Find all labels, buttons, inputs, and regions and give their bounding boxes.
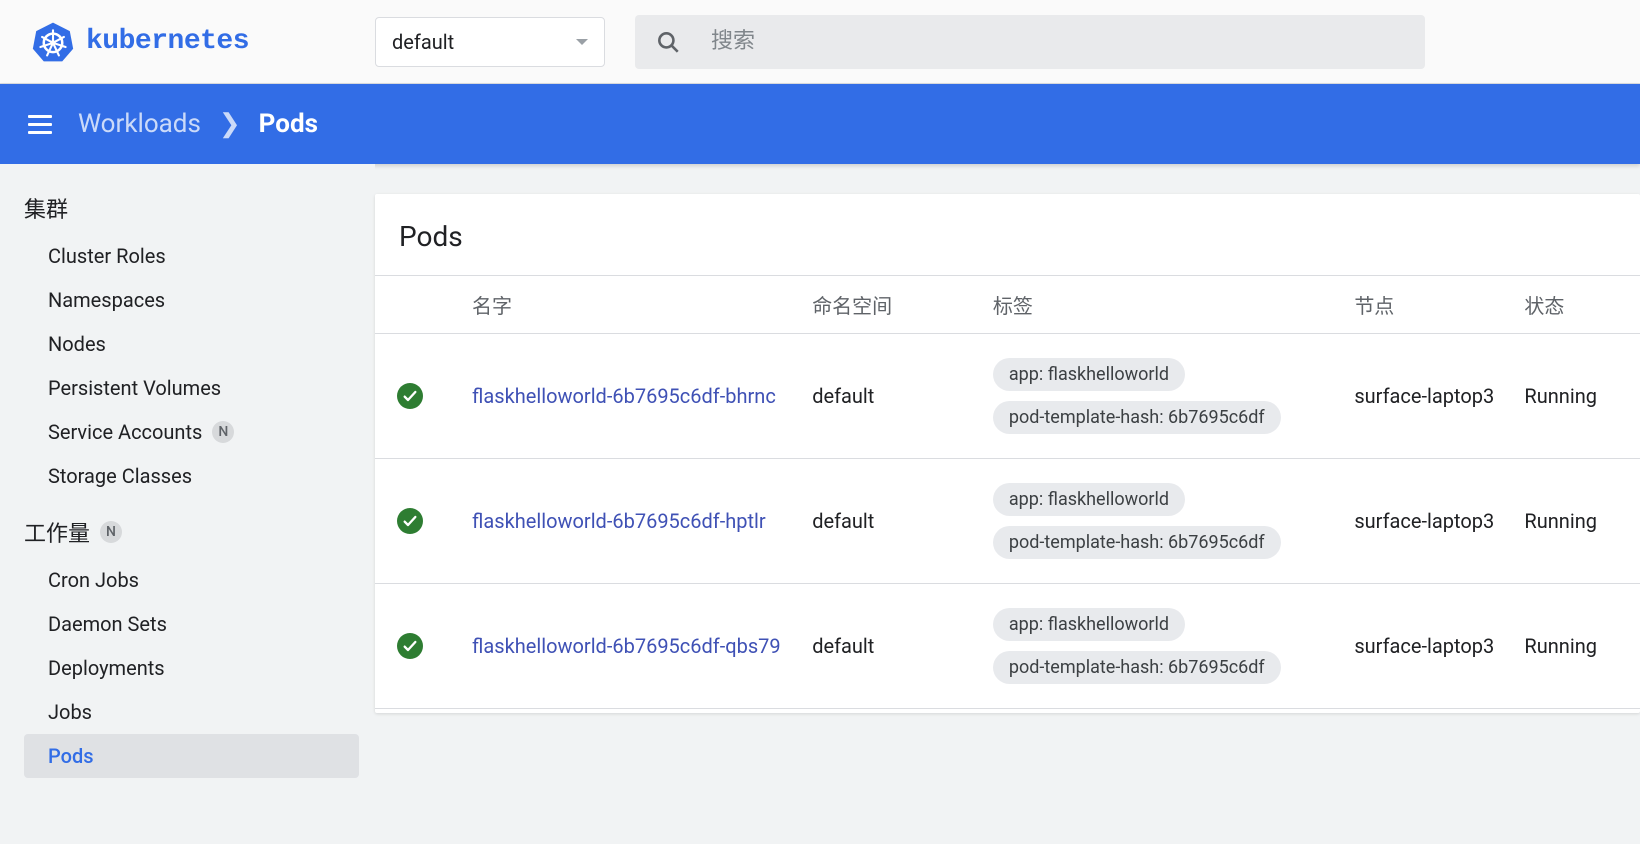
breadcrumb-current: Pods: [259, 109, 318, 139]
pod-namespace: default: [800, 459, 981, 584]
status-ok-icon: [397, 383, 423, 409]
sidebar-item[interactable]: Namespaces: [24, 278, 359, 322]
pods-table: 名字 命名空间 标签 节点 状态 flaskhelloworld-6b7695c…: [375, 275, 1640, 709]
sidebar-item[interactable]: Persistent Volumes: [24, 366, 359, 410]
side-nav: 集群 Cluster Roles Namespaces Nodes Persistent…: [0, 164, 375, 844]
pods-table-header-row: 名字 命名空间 标签 节点 状态: [375, 276, 1640, 334]
nav-section-title: 工作量: [24, 516, 90, 548]
table-row: flaskhelloworld-6b7695c6df-hptlr default a…: [375, 459, 1640, 584]
namespace-select[interactable]: default: [375, 17, 605, 67]
pod-node: surface-laptop3: [1342, 334, 1512, 459]
main-panel: Pods 名字 命名空间 标签 节点 状态 flaskhelloworld-6b…: [375, 164, 1640, 844]
column-header-labels[interactable]: 标签: [981, 276, 1342, 334]
search-box[interactable]: [635, 15, 1425, 69]
table-row: flaskhelloworld-6b7695c6df-bhrnc default a…: [375, 334, 1640, 459]
pod-namespace: default: [800, 584, 981, 709]
namespace-select-value: default: [392, 30, 454, 54]
top-header: kubernetes default: [0, 0, 1640, 84]
content-area: 集群 Cluster Roles Namespaces Nodes Persistent…: [0, 164, 1640, 844]
breadcrumb-parent[interactable]: Workloads: [78, 109, 201, 139]
column-header-status: [375, 276, 460, 334]
sidebar-item-label: Namespaces: [48, 288, 165, 312]
logo[interactable]: kubernetes: [8, 21, 375, 63]
sidebar-item-label: Cluster Roles: [48, 244, 166, 268]
label-chip: app: flaskhelloworld: [993, 358, 1185, 391]
pod-namespace: default: [800, 334, 981, 459]
sidebar-item[interactable]: Pods: [24, 734, 359, 778]
sidebar-item-label: Daemon Sets: [48, 612, 167, 636]
status-ok-icon: [397, 633, 423, 659]
nav-section-header[interactable]: 工作量 N: [24, 506, 359, 558]
label-chip: pod-template-hash: 6b7695c6df: [993, 401, 1281, 434]
table-row: flaskhelloworld-6b7695c6df-qbs79 default a…: [375, 584, 1640, 709]
pod-state: Running: [1512, 584, 1640, 709]
pod-node: surface-laptop3: [1342, 584, 1512, 709]
sidebar-item-label: Cron Jobs: [48, 568, 139, 592]
label-chip: pod-template-hash: 6b7695c6df: [993, 526, 1281, 559]
chevron-down-icon: [576, 39, 588, 45]
sidebar-item[interactable]: Storage Classes: [24, 454, 359, 498]
nav-section-title: 集群: [24, 192, 68, 224]
column-header-node[interactable]: 节点: [1342, 276, 1512, 334]
pod-state: Running: [1512, 334, 1640, 459]
sidebar-item-label: Persistent Volumes: [48, 376, 221, 400]
pod-name-link[interactable]: flaskhelloworld-6b7695c6df-hptlr: [472, 509, 766, 533]
sidebar-item-label: Storage Classes: [48, 464, 192, 488]
column-header-namespace[interactable]: 命名空间: [800, 276, 981, 334]
search-input[interactable]: [709, 28, 1405, 55]
breadcrumb-bar: Workloads ❯ Pods: [0, 84, 1640, 164]
pods-card-title: Pods: [375, 194, 1640, 275]
menu-icon[interactable]: [28, 115, 52, 134]
logo-text: kubernetes: [86, 26, 249, 57]
sidebar-item[interactable]: Cluster Roles: [24, 234, 359, 278]
label-chip: pod-template-hash: 6b7695c6df: [993, 651, 1281, 684]
pod-state: Running: [1512, 459, 1640, 584]
pods-card: Pods 名字 命名空间 标签 节点 状态 flaskhelloworld-6b…: [375, 194, 1640, 713]
sidebar-item-label: Deployments: [48, 656, 165, 680]
sidebar-item-label: Nodes: [48, 332, 106, 356]
sidebar-item[interactable]: Nodes: [24, 322, 359, 366]
search-icon: [655, 29, 681, 55]
sidebar-item[interactable]: Deployments: [24, 646, 359, 690]
sidebar-item[interactable]: Jobs: [24, 690, 359, 734]
sidebar-item[interactable]: Service Accounts N: [24, 410, 359, 454]
sidebar-item-label: Service Accounts: [48, 420, 202, 444]
status-ok-icon: [397, 508, 423, 534]
sidebar-item-label: Pods: [48, 744, 94, 768]
pod-node: surface-laptop3: [1342, 459, 1512, 584]
sidebar-item-badge: N: [212, 421, 234, 443]
sidebar-item[interactable]: Daemon Sets: [24, 602, 359, 646]
pod-name-link[interactable]: flaskhelloworld-6b7695c6df-qbs79: [472, 634, 781, 658]
column-header-name[interactable]: 名字: [460, 276, 800, 334]
chevron-right-icon: ❯: [219, 109, 241, 139]
column-header-state[interactable]: 状态: [1512, 276, 1640, 334]
pod-name-link[interactable]: flaskhelloworld-6b7695c6df-bhrnc: [472, 384, 776, 408]
label-chip: app: flaskhelloworld: [993, 608, 1185, 641]
label-chip: app: flaskhelloworld: [993, 483, 1185, 516]
sidebar-item-label: Jobs: [48, 700, 92, 724]
nav-section-badge: N: [100, 521, 122, 543]
nav-section-header[interactable]: 集群: [24, 182, 359, 234]
kubernetes-logo-icon: [32, 21, 74, 63]
sidebar-item[interactable]: Cron Jobs: [24, 558, 359, 602]
